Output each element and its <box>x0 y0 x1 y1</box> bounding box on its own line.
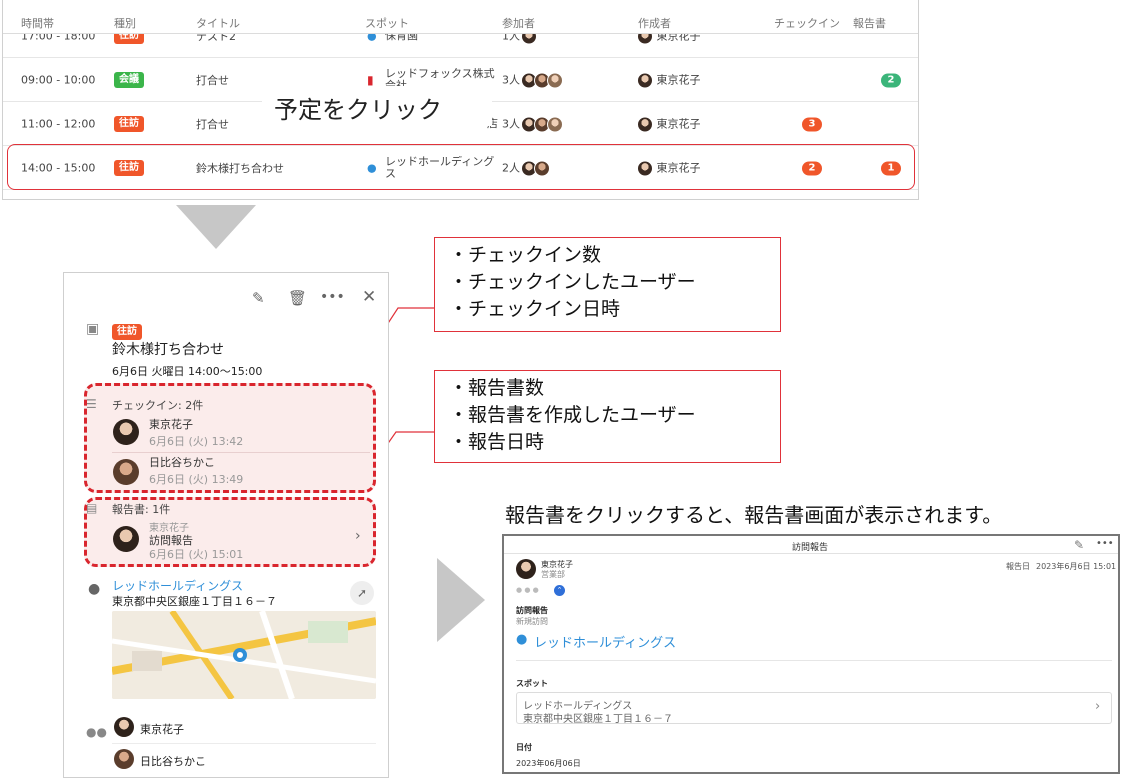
location-pin-icon: ● <box>88 581 101 597</box>
header-checkin[interactable]: チェックイン <box>774 15 840 31</box>
row-time: 09:00 - 10:00 <box>21 73 96 86</box>
type-badge: 往訪 <box>112 319 142 340</box>
divider <box>112 743 376 744</box>
participant-name: 日比谷ちかこ <box>140 755 206 768</box>
report-screen-title: 訪問報告 <box>792 543 829 553</box>
more-icon[interactable]: ••• <box>320 289 345 305</box>
report-date: 2023年6月6日 15:01 <box>1036 562 1117 571</box>
avatar <box>637 72 653 88</box>
divider <box>112 452 370 453</box>
report-icon: ▤ <box>86 501 98 515</box>
spot-pin-icon: ● <box>516 632 528 647</box>
header-time[interactable]: 時間帯 <box>21 15 54 31</box>
map-image <box>112 611 376 699</box>
header-type[interactable]: 種別 <box>114 15 136 31</box>
checkin-icon: ☰ <box>86 397 97 411</box>
event-detail-panel: ✎ 🗑 ••• ✕ ▣ 往訪 鈴木様打ち合わせ 6月6日 火曜日 14:00〜1… <box>63 272 389 778</box>
edit-icon[interactable]: ✎ <box>252 289 265 307</box>
building-icon: ▮ <box>367 72 374 87</box>
row-time: 11:00 - 12:00 <box>21 117 96 130</box>
directions-icon[interactable]: ➚ <box>350 581 374 605</box>
row-type-badge: 会議 <box>114 71 144 88</box>
checkin-header: チェックイン: 2件 <box>112 399 204 412</box>
row-title: 打合せ <box>196 117 229 131</box>
chevron-right-icon[interactable]: › <box>355 528 361 544</box>
avatar <box>637 116 653 132</box>
close-icon[interactable]: ✕ <box>362 287 376 307</box>
table-header: 時間帯 種別 タイトル スポット 参加者 作成者 チェックイン 報告書 <box>3 0 918 34</box>
row-title: 打合せ <box>196 73 229 87</box>
report-caption: 報告書をクリックすると、報告書画面が表示されます。 <box>505 503 1003 527</box>
report-count: 2 <box>881 72 901 87</box>
spot-label: スポット <box>516 679 548 688</box>
edit-icon[interactable]: ✎ <box>1074 538 1084 552</box>
report-callout: ・報告書数 ・報告書を作成したユーザー ・報告日時 <box>434 370 781 463</box>
header-title[interactable]: タイトル <box>196 15 240 31</box>
row-highlight <box>7 144 915 190</box>
reaction-dots: ● ● ● <box>516 586 539 594</box>
avatar <box>113 459 139 485</box>
callout-line: ・報告日時 <box>449 431 545 453</box>
reaction-icon[interactable]: ⌃ <box>554 585 565 596</box>
click-callout: 予定をクリック <box>262 86 492 126</box>
header-participants[interactable]: 参加者 <box>502 15 535 31</box>
callout-line: ・チェックインしたユーザー <box>449 271 696 293</box>
row-participants: 3人 <box>502 71 563 88</box>
divider <box>516 660 1112 661</box>
report-screen: 訪問報告 ✎ ••• 東京花子 営業部 報告日 2023年6月6日 15:01 … <box>502 534 1120 774</box>
date-label: 日付 <box>516 743 532 752</box>
callout-line: ・チェックイン数 <box>449 244 602 266</box>
location-address: 東京都中央区銀座１丁目１６－７ <box>112 595 277 608</box>
avatar <box>113 526 139 552</box>
avatar <box>114 749 134 769</box>
checkin-user: 東京花子 <box>149 418 193 431</box>
people-icon: ●● <box>86 725 107 739</box>
spot-address: 東京都中央区銀座１丁目１６－７ <box>523 714 673 725</box>
checkin-time: 6月6日 (火) 13:49 <box>149 473 244 486</box>
spot-field[interactable]: レッドホールディングス 東京都中央区銀座１丁目１６－７ › <box>516 692 1112 725</box>
event-title: 鈴木様打ち合わせ <box>112 342 224 358</box>
report-header: 報告書: 1件 <box>112 503 171 516</box>
avatar <box>546 116 563 132</box>
event-datetime: 6月6日 火曜日 14:00〜15:00 <box>112 365 263 378</box>
row-type-badge: 往訪 <box>114 115 144 132</box>
header-report[interactable]: 報告書 <box>853 15 886 31</box>
avatar <box>113 419 139 445</box>
row-creator: 東京花子 <box>637 115 701 132</box>
checkin-user: 日比谷ちかこ <box>149 456 215 469</box>
participant-name: 東京花子 <box>140 723 184 736</box>
location-name[interactable]: レッドホールディングス <box>112 577 243 594</box>
row-participants: 3人 <box>502 115 563 132</box>
trash-icon[interactable]: 🗑 <box>288 289 307 307</box>
avatar <box>516 559 536 579</box>
report-name: 訪問報告 <box>516 606 548 615</box>
more-icon[interactable]: ••• <box>1096 538 1114 549</box>
checkin-count: 3 <box>802 116 822 131</box>
checkin-callout: ・チェックイン数 ・チェックインしたユーザー ・チェックイン日時 <box>434 237 781 332</box>
callout-line: ・報告書を作成したユーザー <box>449 404 696 426</box>
header-spot[interactable]: スポット <box>365 15 409 31</box>
date-value: 2023年06月06日 <box>516 759 581 768</box>
report-time: 6月6日 (火) 15:01 <box>149 548 244 561</box>
row-creator: 東京花子 <box>637 71 701 88</box>
checkin-time: 6月6日 (火) 13:42 <box>149 435 244 448</box>
calendar-icon: ▣ <box>86 321 100 337</box>
report-department: 営業部 <box>541 570 565 579</box>
callout-line: ・チェックイン日時 <box>449 298 621 320</box>
callout-line: ・報告書数 <box>449 377 545 399</box>
divider <box>504 553 1118 554</box>
arrow-down-icon <box>176 205 256 249</box>
header-creator[interactable]: 作成者 <box>638 15 671 31</box>
avatar <box>114 717 134 737</box>
arrow-right-icon <box>437 558 485 642</box>
report-subtype: 新規訪問 <box>516 617 548 626</box>
spot-link[interactable]: レッドホールディングス <box>534 632 676 651</box>
report-date-label: 報告日 <box>1006 562 1030 571</box>
location-map[interactable] <box>112 611 376 699</box>
avatar <box>546 72 563 88</box>
chevron-right-icon: › <box>1095 699 1101 714</box>
